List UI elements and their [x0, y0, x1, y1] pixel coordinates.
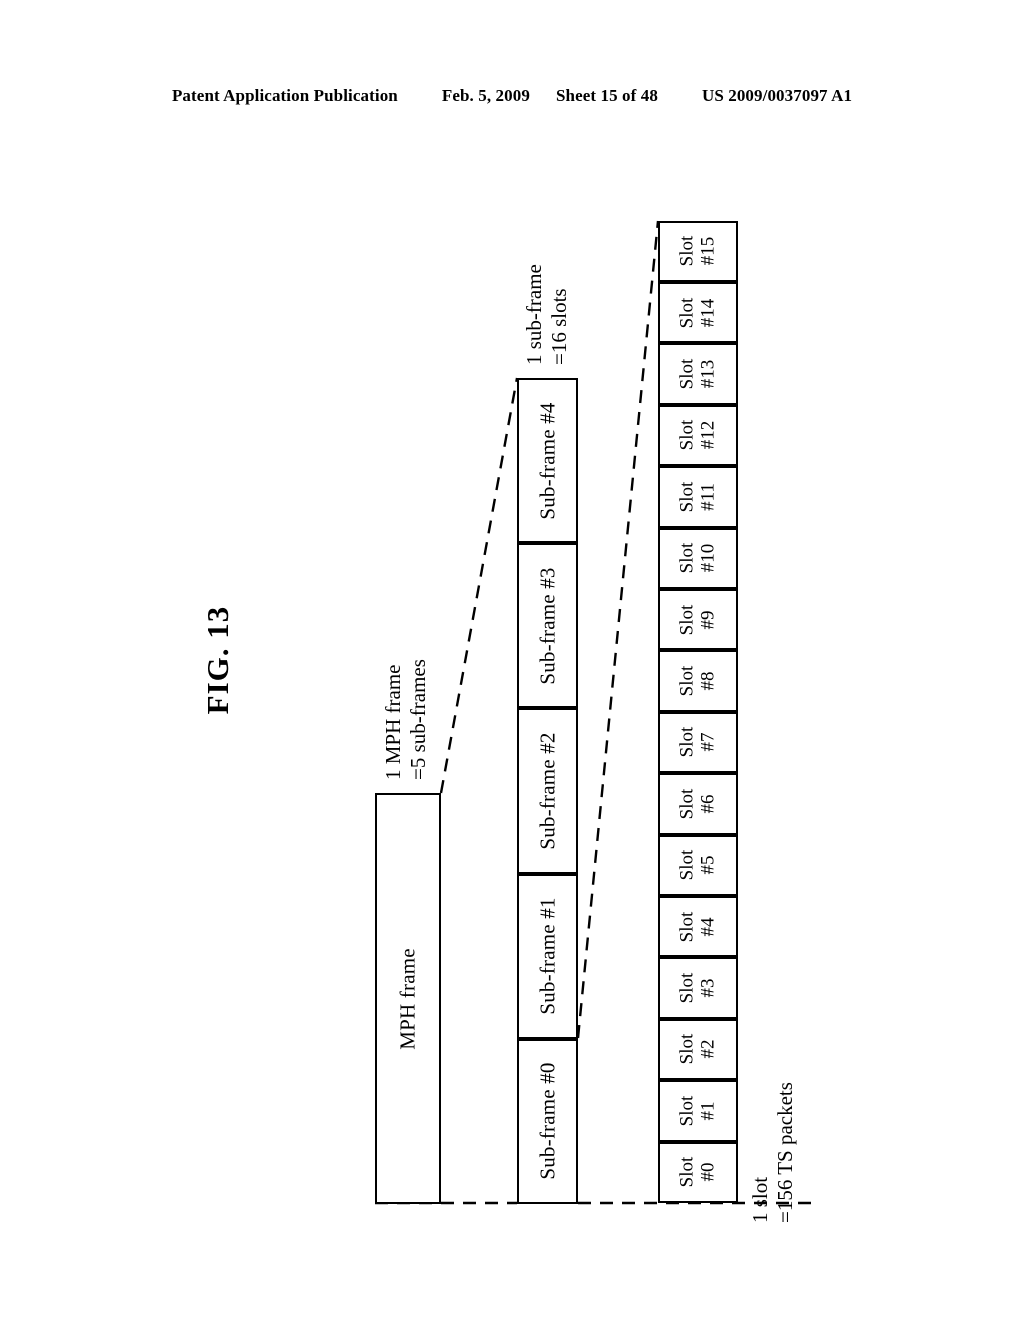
slot-name-1: Slot — [676, 1095, 698, 1127]
slot-label-7: Slot #7 — [676, 727, 718, 758]
slot-cell-0: Slot #0 — [658, 1141, 738, 1203]
slot-cell-15: Slot #15 — [658, 220, 738, 282]
mph-frame-box: MPH frame — [375, 793, 441, 1204]
slot-label-0: Slot #0 — [676, 1156, 718, 1188]
slot-index-10: #10 — [697, 544, 718, 573]
sub-frame-label-4: Sub-frame #4 — [535, 401, 559, 520]
slot-cell-13: Slot #13 — [658, 343, 738, 405]
slot-cell-6: Slot #6 — [658, 773, 738, 835]
annotation-mph-frame-line1: 1 MPH frame — [381, 664, 405, 780]
sub-frame-cell-4: Sub-frame #4 — [517, 378, 578, 544]
slot-label-2: Slot #2 — [676, 1034, 718, 1065]
slot-cell-9: Slot #9 — [658, 589, 738, 651]
annotation-sub-frame-line2: =16 slots — [546, 288, 571, 365]
slot-name-3: Slot — [676, 972, 698, 1004]
slot-label-1: Slot #1 — [676, 1095, 718, 1127]
slot-cell-2: Slot #2 — [658, 1018, 738, 1081]
slot-label-4: Slot #4 — [676, 911, 718, 942]
slot-index-12: #12 — [697, 421, 718, 450]
annotation-slot-line2: =156 TS packets — [772, 1082, 797, 1223]
slot-index-2: #2 — [697, 1039, 718, 1059]
slot-label-14: Slot #14 — [676, 297, 718, 328]
slot-cell-14: Slot #14 — [658, 282, 738, 344]
slot-name-6: Slot — [676, 788, 698, 820]
annotation-sub-frame: 1 sub-frame =16 slots — [522, 264, 572, 365]
slot-label-15: Slot #15 — [676, 235, 718, 267]
annotation-slot-line1: 1 slot — [748, 1176, 772, 1223]
slot-cell-11: Slot #11 — [658, 466, 738, 528]
slot-name-12: Slot — [676, 420, 698, 451]
slot-name-15: Slot — [676, 235, 698, 267]
mph-frame-label: MPH frame — [395, 947, 420, 1050]
slot-index-0: #0 — [697, 1162, 718, 1182]
slot-name-5: Slot — [676, 849, 698, 881]
slot-label-8: Slot #8 — [676, 665, 718, 697]
sub-frame-cell-2: Sub-frame #2 — [517, 708, 578, 874]
slot-name-10: Slot — [676, 542, 698, 574]
expansion-line-subframe-to-slot — [576, 220, 660, 1039]
slot-name-2: Slot — [676, 1034, 698, 1065]
sub-frame-label-2: Sub-frame #2 — [535, 732, 559, 850]
annotation-slot: 1 slot =156 TS packets — [748, 1082, 798, 1223]
slot-label-9: Slot #9 — [676, 604, 718, 635]
slot-name-11: Slot — [676, 481, 698, 513]
slot-cell-3: Slot #3 — [658, 957, 738, 1019]
slot-name-7: Slot — [676, 727, 698, 758]
slot-label-3: Slot #3 — [676, 972, 718, 1004]
annotation-sub-frame-line1: 1 sub-frame — [522, 264, 546, 365]
slot-label-11: Slot #11 — [676, 481, 718, 513]
slot-index-14: #14 — [697, 298, 718, 327]
slot-label-6: Slot #6 — [676, 788, 718, 820]
annotation-mph-frame-line2: =5 sub-frames — [405, 659, 430, 780]
annotation-mph-frame: 1 MPH frame =5 sub-frames — [381, 659, 431, 780]
slot-index-3: #3 — [697, 978, 718, 998]
slot-index-13: #13 — [697, 359, 718, 389]
sub-frame-label-1: Sub-frame #1 — [535, 897, 559, 1015]
slot-name-14: Slot — [676, 297, 698, 328]
slot-name-8: Slot — [676, 665, 698, 697]
slot-index-5: #5 — [697, 855, 718, 875]
slot-index-15: #15 — [697, 237, 718, 266]
slot-index-11: #11 — [697, 482, 718, 511]
slot-index-4: #4 — [697, 917, 718, 937]
slot-label-13: Slot #13 — [676, 358, 718, 390]
sub-frame-label-3: Sub-frame #3 — [535, 567, 559, 685]
sub-frame-cell-3: Sub-frame #3 — [517, 543, 578, 709]
slot-label-12: Slot #12 — [676, 420, 718, 451]
slot-index-1: #1 — [697, 1101, 718, 1121]
slot-cell-5: Slot #5 — [658, 834, 738, 896]
sub-frame-cell-1: Sub-frame #1 — [517, 873, 578, 1039]
figure-title: FIG. 13 — [200, 605, 235, 715]
slot-cell-8: Slot #8 — [658, 650, 738, 712]
slot-name-0: Slot — [676, 1156, 698, 1188]
slot-index-8: #8 — [697, 671, 718, 691]
slot-name-9: Slot — [676, 604, 698, 635]
slot-cell-10: Slot #10 — [658, 527, 738, 589]
figure-13: FIG. 13 MPH frame 1 MPH frame =5 sub-fra… — [0, 0, 1024, 1320]
slot-index-7: #7 — [697, 732, 718, 752]
slot-index-6: #6 — [697, 794, 718, 814]
slot-index-9: #9 — [697, 610, 718, 630]
slot-name-13: Slot — [676, 358, 698, 390]
sub-frame-cell-0: Sub-frame #0 — [517, 1038, 578, 1204]
sub-frame-label-0: Sub-frame #0 — [535, 1062, 559, 1181]
slot-name-4: Slot — [676, 911, 698, 942]
connector-lines — [375, 220, 820, 1205]
slot-cell-12: Slot #12 — [658, 404, 738, 467]
slot-label-10: Slot #10 — [676, 542, 718, 574]
slot-cell-7: Slot #7 — [658, 711, 738, 774]
expansion-line-mph-to-subframe — [439, 377, 519, 794]
slot-cell-1: Slot #1 — [658, 1080, 738, 1142]
slot-cell-4: Slot #4 — [658, 896, 738, 958]
slot-label-5: Slot #5 — [676, 849, 718, 881]
